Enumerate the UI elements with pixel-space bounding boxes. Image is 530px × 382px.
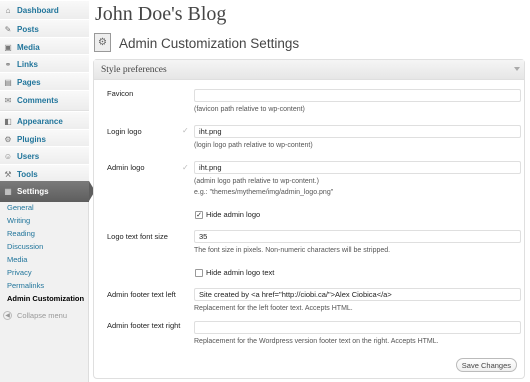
submenu-privacy[interactable]: Privacy	[7, 268, 32, 277]
footer-right-hint: Replacement for the Wordpress version fo…	[194, 338, 439, 345]
admin-logo-example: e.g.: "themes/mytheme/img/admin_logo.png…	[194, 189, 334, 196]
admin-logo-hint: (admin logo path relative to wp-content.…	[194, 178, 319, 185]
appearance-icon: ◧	[4, 117, 12, 126]
sidebar-item-label: Media	[17, 43, 40, 52]
sidebar-item-label: Plugins	[17, 135, 46, 144]
hide-admin-logo-label: Hide admin logo	[206, 210, 261, 219]
style-preferences-panel: Style preferences Favicon (favicon path …	[93, 59, 525, 379]
users-icon: ☺	[3, 152, 13, 161]
sidebar-item-label: Posts	[17, 25, 39, 34]
pages-icon: ▤	[4, 78, 12, 87]
submenu-writing[interactable]: Writing	[7, 216, 30, 225]
tools-icon: ⚒	[4, 170, 12, 179]
favicon-input[interactable]	[194, 89, 521, 102]
panel-toggle-icon[interactable]	[514, 67, 520, 71]
panel-header[interactable]: Style preferences	[94, 60, 524, 80]
media-icon: ▣	[4, 43, 12, 52]
panel-title: Style preferences	[101, 64, 167, 75]
sidebar-item-settings[interactable]: ▦ Settings	[0, 181, 95, 202]
checkmark-icon: ✓	[182, 163, 189, 172]
logo-text-font-size-input[interactable]: 35	[194, 230, 521, 243]
checkbox-checked-icon[interactable]: ✓	[195, 210, 203, 219]
footer-right-input[interactable]	[194, 321, 521, 334]
sidebar-item-label: Users	[17, 152, 40, 161]
sidebar-item-label: Dashboard	[17, 6, 59, 15]
links-icon: ⚭	[4, 60, 12, 69]
login-logo-label: Login logo	[107, 127, 142, 136]
sidebar-item-comments[interactable]: ✉ Comments	[0, 90, 89, 111]
admin-logo-input[interactable]: iht.png	[194, 161, 521, 174]
dashboard-icon: ⌂	[5, 6, 11, 15]
login-logo-input[interactable]: iht.png	[194, 125, 521, 138]
submenu-discussion[interactable]: Discussion	[7, 242, 43, 251]
favicon-hint: (favicon path relative to wp-content)	[194, 106, 305, 113]
login-logo-hint: (login logo path relative to wp-content)	[194, 142, 313, 149]
comments-icon: ✉	[4, 96, 12, 105]
admin-sidebar: ⌂ Dashboard ✎ Posts ▣ Media ⚭ Links ▤ Pages ✉…	[0, 0, 95, 382]
footer-left-input[interactable]: Site created by <a href="http://ciobi.ca…	[194, 288, 521, 301]
sidebar-item-label: Links	[17, 60, 38, 69]
hide-admin-logo-text-label: Hide admin logo text	[206, 268, 275, 277]
checkbox-unchecked-icon[interactable]	[195, 268, 203, 277]
footer-right-label: Admin footer text right	[107, 321, 181, 330]
submenu-permalinks[interactable]: Permalinks	[7, 281, 44, 290]
logo-text-font-size-hint: The font size in pixels. Non-numeric cha…	[194, 247, 391, 254]
collapse-menu-label: Collapse menu	[17, 311, 68, 320]
footer-left-hint: Replacement for the left footer text. Ac…	[194, 305, 353, 312]
collapse-icon: ◀	[3, 311, 12, 320]
logo-text-font-size-label: Logo text font size	[107, 232, 168, 241]
sidebar-item-label: Appearance	[17, 117, 63, 126]
submenu-admin-customization[interactable]: Admin Customization	[7, 294, 84, 303]
hide-admin-logo-checkbox[interactable]: ✓ Hide admin logo	[195, 210, 260, 219]
favicon-label: Favicon	[107, 89, 134, 98]
collapse-menu-button[interactable]: ◀ Collapse menu	[3, 311, 67, 320]
sidebar-item-label: Tools	[17, 170, 38, 179]
sidebar-item-label: Comments	[17, 96, 59, 105]
sidebar-item-dashboard[interactable]: ⌂ Dashboard	[0, 0, 89, 21]
sidebar-item-label: Pages	[17, 78, 41, 87]
settings-icon: ▦	[4, 187, 12, 196]
plugins-icon: ⚙	[4, 135, 12, 144]
main-content: John Doe's Blog ⚙ Admin Customization Se…	[89, 0, 530, 382]
submenu-reading[interactable]: Reading	[7, 229, 35, 238]
submenu-media[interactable]: Media	[7, 255, 27, 264]
blog-title[interactable]: John Doe's Blog	[95, 3, 226, 26]
sidebar-item-label: Settings	[17, 187, 49, 196]
page-title: Admin Customization Settings	[119, 36, 300, 51]
checkmark-icon: ✓	[182, 126, 189, 135]
admin-logo-label: Admin logo	[107, 163, 145, 172]
settings-page-icon: ⚙	[94, 33, 111, 52]
submenu-general[interactable]: General	[7, 203, 34, 212]
posts-icon: ✎	[4, 25, 12, 34]
hide-admin-logo-text-checkbox[interactable]: Hide admin logo text	[195, 268, 274, 277]
footer-left-label: Admin footer text left	[107, 290, 176, 299]
save-changes-button[interactable]: Save Changes	[455, 358, 517, 372]
